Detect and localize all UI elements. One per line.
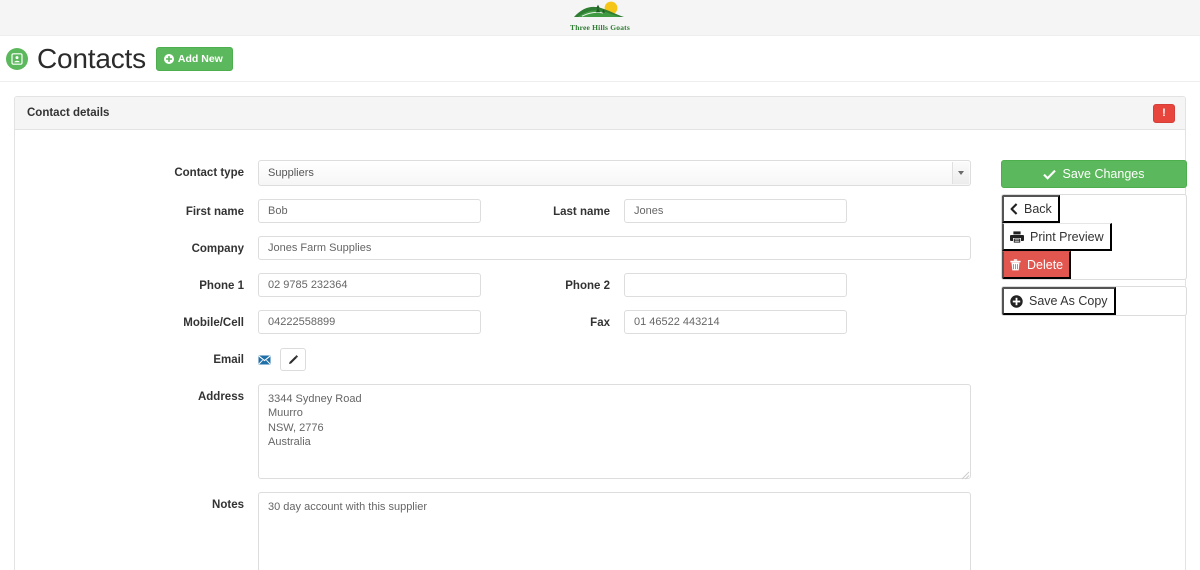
notes-label: Notes — [212, 499, 244, 511]
phone1-input[interactable]: 02 9785 232364 — [258, 273, 481, 297]
print-preview-label: Print Preview — [1030, 229, 1104, 244]
last-name-input[interactable]: Jones — [624, 199, 847, 223]
field-row-email: Email — [15, 347, 1001, 371]
mobile-input[interactable]: 04222558899 — [258, 310, 481, 334]
printer-icon — [1010, 230, 1024, 243]
warning-button[interactable]: ! — [1153, 103, 1175, 123]
save-changes-button[interactable]: Save Changes — [1001, 160, 1187, 188]
back-label: Back — [1024, 202, 1052, 216]
plus-circle-icon — [163, 53, 174, 64]
brand-logo: Three Hills Goats — [568, 1, 632, 32]
brand-bar: Three Hills Goats — [0, 0, 1200, 36]
back-button[interactable]: Back — [1002, 195, 1060, 223]
field-row-phones: Phone 1 02 9785 232364 Phone 2 — [15, 273, 1001, 297]
field-row-address: Address 3344 Sydney Road Muurro NSW, 277… — [15, 384, 1001, 480]
phone1-label: Phone 1 — [199, 280, 244, 292]
delete-button[interactable]: Delete — [1002, 251, 1072, 279]
company-label: Company — [191, 243, 244, 255]
contact-details-panel: Contact details ! Contact type Suppliers — [14, 96, 1187, 570]
email-label: Email — [213, 354, 244, 366]
pencil-icon — [289, 354, 299, 364]
check-icon — [1043, 169, 1057, 180]
field-row-notes: Notes 30 day account with this supplier — [15, 492, 1001, 570]
plus-circle-icon — [1010, 294, 1023, 308]
fax-input[interactable]: 01 46522 443214 — [624, 310, 847, 334]
mobile-label: Mobile/Cell — [183, 317, 244, 329]
add-new-label: Add New — [177, 52, 223, 65]
edit-email-button[interactable] — [280, 348, 306, 371]
exclamation-icon: ! — [1162, 106, 1166, 119]
field-row-mobile-fax: Mobile/Cell 04222558899 Fax 01 46522 443… — [15, 310, 1001, 334]
contact-type-select[interactable]: Suppliers — [258, 160, 971, 186]
chevron-down-icon — [958, 171, 964, 175]
field-row-company: Company Jones Farm Supplies — [15, 236, 1001, 260]
phone2-input[interactable] — [624, 273, 847, 297]
trash-icon — [1010, 258, 1021, 270]
save-as-copy-group: Save As Copy — [1001, 286, 1187, 316]
contact-type-dropdown-button[interactable] — [952, 162, 969, 184]
page-title: Contacts — [37, 42, 146, 74]
panel-heading: Contact details ! — [15, 97, 1185, 130]
contact-card-icon — [6, 47, 28, 70]
add-new-button[interactable]: Add New — [155, 46, 233, 71]
delete-label: Delete — [1027, 257, 1064, 272]
contact-type-value: Suppliers — [268, 167, 314, 179]
contact-form: Contact type Suppliers First name Bob La… — [15, 160, 1001, 570]
address-resize-handle[interactable] — [959, 467, 970, 480]
panel-title: Contact details — [27, 107, 110, 119]
field-row-contact-type: Contact type Suppliers — [15, 160, 1001, 186]
page-header: Contacts Add New — [0, 36, 1200, 82]
fax-label: Fax — [590, 317, 610, 329]
phone2-label: Phone 2 — [565, 280, 610, 292]
chevron-left-icon — [1010, 203, 1018, 215]
last-name-label: Last name — [553, 206, 610, 218]
action-buttons: Save Changes Back Print Preview Delete S… — [1001, 160, 1187, 570]
company-input[interactable]: Jones Farm Supplies — [258, 236, 971, 260]
panel-body: Contact type Suppliers First name Bob La… — [15, 130, 1187, 570]
field-row-names: First name Bob Last name Jones — [15, 199, 1001, 223]
notes-textarea[interactable]: 30 day account with this supplier — [258, 492, 971, 570]
brand-name: Three Hills Goats — [570, 23, 630, 32]
envelope-icon[interactable] — [258, 352, 271, 370]
secondary-button-group: Back Print Preview Delete — [1001, 194, 1187, 280]
save-as-copy-button[interactable]: Save As Copy — [1002, 287, 1116, 315]
print-preview-button[interactable]: Print Preview — [1002, 223, 1112, 251]
save-changes-label: Save Changes — [1062, 167, 1145, 181]
contact-type-label: Contact type — [174, 167, 244, 179]
first-name-label: First name — [185, 206, 244, 218]
hills-sun-logo-icon — [574, 1, 624, 17]
first-name-input[interactable]: Bob — [258, 199, 481, 223]
address-label: Address — [197, 391, 244, 403]
address-textarea[interactable]: 3344 Sydney Road Muurro NSW, 2776 Austra… — [258, 384, 971, 479]
save-as-copy-label: Save As Copy — [1029, 294, 1108, 308]
